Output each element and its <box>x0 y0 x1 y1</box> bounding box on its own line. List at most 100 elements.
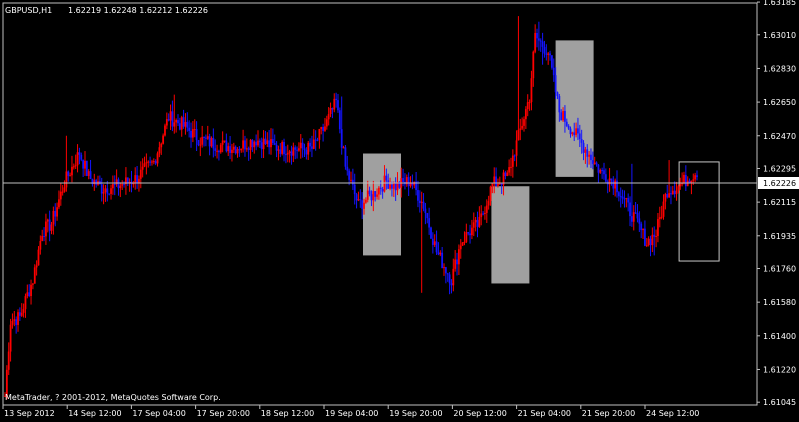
candle-body <box>552 67 555 76</box>
candle-body <box>78 152 81 155</box>
candle-body <box>391 184 393 189</box>
candle-body <box>298 148 300 151</box>
candle-body <box>471 227 473 236</box>
y-tick-label: 1.62830 <box>763 64 796 73</box>
candle-body <box>286 152 289 155</box>
candle-body <box>191 129 194 138</box>
candle-body <box>184 121 187 127</box>
candle-body <box>18 312 21 316</box>
candle-body <box>457 249 460 265</box>
candle-body <box>603 170 605 175</box>
candle-body <box>195 129 198 141</box>
y-tick-label: 1.63010 <box>763 31 796 40</box>
candle-body <box>413 181 416 186</box>
candle-body <box>110 188 112 194</box>
candle-body <box>309 142 311 147</box>
candle-body <box>30 284 32 297</box>
candle-body <box>162 135 165 144</box>
y-tick-label: 1.61220 <box>763 365 796 374</box>
candle-body <box>372 191 375 201</box>
candle-body <box>417 190 419 201</box>
candle-body <box>353 184 356 195</box>
candle-body <box>76 152 79 166</box>
candle-body <box>469 233 471 236</box>
candle-body <box>221 140 224 145</box>
candle-body <box>510 166 512 168</box>
candle-body <box>532 51 535 79</box>
candle-body <box>85 160 88 176</box>
candle-body <box>141 166 144 170</box>
candle-body <box>359 199 362 201</box>
candle-body <box>657 219 659 236</box>
candle-body <box>580 139 583 143</box>
candle-body <box>519 128 522 130</box>
price-chart[interactable]: 1.63185 1.63010 1.62830 1.62650 1.62470 1.622… <box>0 0 799 422</box>
x-tick-label: 18 Sep 12:00 <box>261 409 314 418</box>
candle-body <box>9 324 12 352</box>
candle-body <box>253 141 256 148</box>
candle-body <box>156 153 159 164</box>
candle-body <box>463 241 466 243</box>
candle-body <box>270 139 272 148</box>
candle-body <box>82 159 85 169</box>
watermark-text: MetaTrader, ? 2001-2012, MetaQuotes Soft… <box>5 393 221 402</box>
y-tick-label: 1.61935 <box>763 232 796 241</box>
candle-body <box>666 194 669 198</box>
candle-body <box>314 139 317 141</box>
candle-body <box>154 161 157 164</box>
candle-body <box>567 125 570 129</box>
candle-body <box>431 238 434 245</box>
candle-body <box>284 154 287 156</box>
candle-body <box>277 149 280 151</box>
candle-body <box>182 117 185 127</box>
candle-body <box>346 166 349 171</box>
candle-body <box>392 182 395 189</box>
candle-body <box>420 201 423 204</box>
candle-body <box>387 180 390 189</box>
candle-body <box>569 128 572 135</box>
candle-body <box>318 129 321 140</box>
candle-body <box>348 170 351 180</box>
candle-body <box>556 92 559 97</box>
candle-body <box>342 147 345 149</box>
candle-body <box>52 210 55 225</box>
candle-body <box>536 33 538 39</box>
candle-body <box>324 126 326 131</box>
candle-body <box>171 111 174 127</box>
candle-body <box>444 267 447 274</box>
candle-body <box>126 177 129 183</box>
candle-body <box>551 55 553 68</box>
candle-body <box>586 149 589 157</box>
x-tick-label: 21 Sep 04:00 <box>518 409 571 418</box>
candle-body <box>229 146 231 153</box>
candle-body <box>262 138 265 150</box>
candle-body <box>571 132 574 135</box>
y-tick-label: 1.61760 <box>763 265 796 274</box>
candle-body <box>465 232 468 242</box>
candle-body <box>32 283 34 285</box>
candle-body <box>95 180 98 185</box>
candle-body <box>638 218 641 224</box>
candle-body <box>340 129 343 148</box>
candle-body <box>541 41 544 47</box>
candle-body <box>123 184 125 186</box>
candle-body <box>378 187 380 195</box>
candle-body <box>39 241 42 250</box>
candle-body <box>526 102 529 110</box>
candle-body <box>106 188 109 194</box>
candle-body <box>20 312 23 316</box>
candle-body <box>558 96 561 113</box>
candle-body <box>474 219 477 223</box>
candle-body <box>530 78 533 103</box>
candle-body <box>225 140 228 152</box>
candle-body <box>506 172 509 177</box>
candle-body <box>232 146 235 150</box>
candle-body <box>117 179 120 189</box>
candle-body <box>26 292 29 297</box>
candle-body <box>634 212 637 214</box>
chart-quote: 1.62219 1.62248 1.62212 1.62226 <box>68 6 208 15</box>
candle-body <box>446 273 449 275</box>
x-tick-label: 19 Sep 20:00 <box>389 409 442 418</box>
candle-body <box>578 133 581 140</box>
candle-body <box>206 136 209 139</box>
